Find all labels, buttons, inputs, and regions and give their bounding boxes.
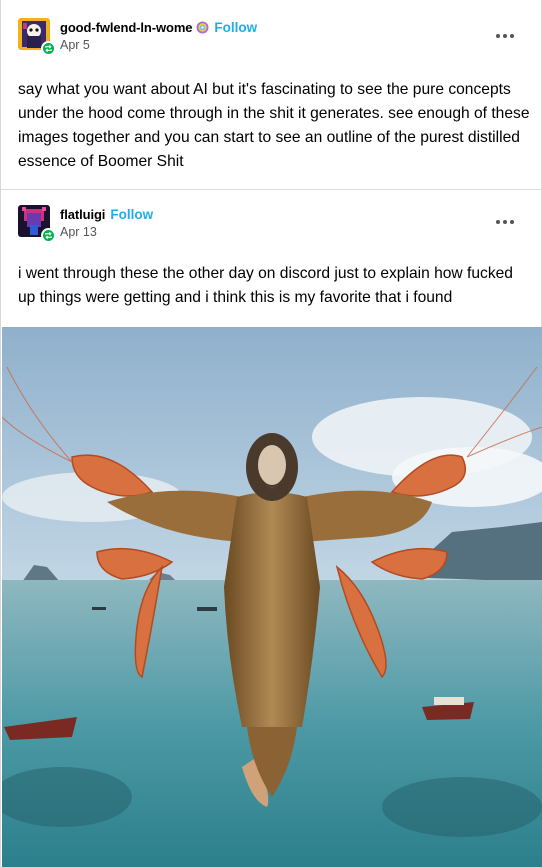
follow-button[interactable]: Follow [110,207,153,222]
post-date[interactable]: Apr 5 [60,38,257,52]
follow-button[interactable]: Follow [214,20,257,35]
post-meta: good-fwlend-ln-wome Follow Apr 5 [60,18,257,53]
post-text-1: say what you want about AI but it's fasc… [18,81,530,170]
post-image[interactable] [2,327,542,867]
more-options-icon[interactable] [496,217,518,227]
pride-badge-icon [196,21,209,34]
post-container: good-fwlend-ln-wome Follow Apr 5 say wha… [0,0,542,867]
avatar[interactable] [18,18,56,56]
username[interactable]: flatluigi [60,207,105,222]
ai-generated-image [2,327,542,867]
reblog-icon [41,41,56,56]
reblog-icon [41,228,56,243]
more-options-icon[interactable] [496,31,518,41]
post-text-2: i went through these the other day on di… [18,265,513,306]
post-header-2: flatluigi Follow Apr 13 [18,205,153,243]
name-row: good-fwlend-ln-wome Follow [60,18,257,36]
post-meta: flatluigi Follow Apr 13 [60,205,153,240]
divider [1,189,542,190]
name-row: flatluigi Follow [60,205,153,223]
post-header-1: good-fwlend-ln-wome Follow Apr 5 [18,18,257,56]
username[interactable]: good-fwlend-ln-wome [60,20,193,35]
post-date[interactable]: Apr 13 [60,225,153,239]
avatar[interactable] [18,205,56,243]
